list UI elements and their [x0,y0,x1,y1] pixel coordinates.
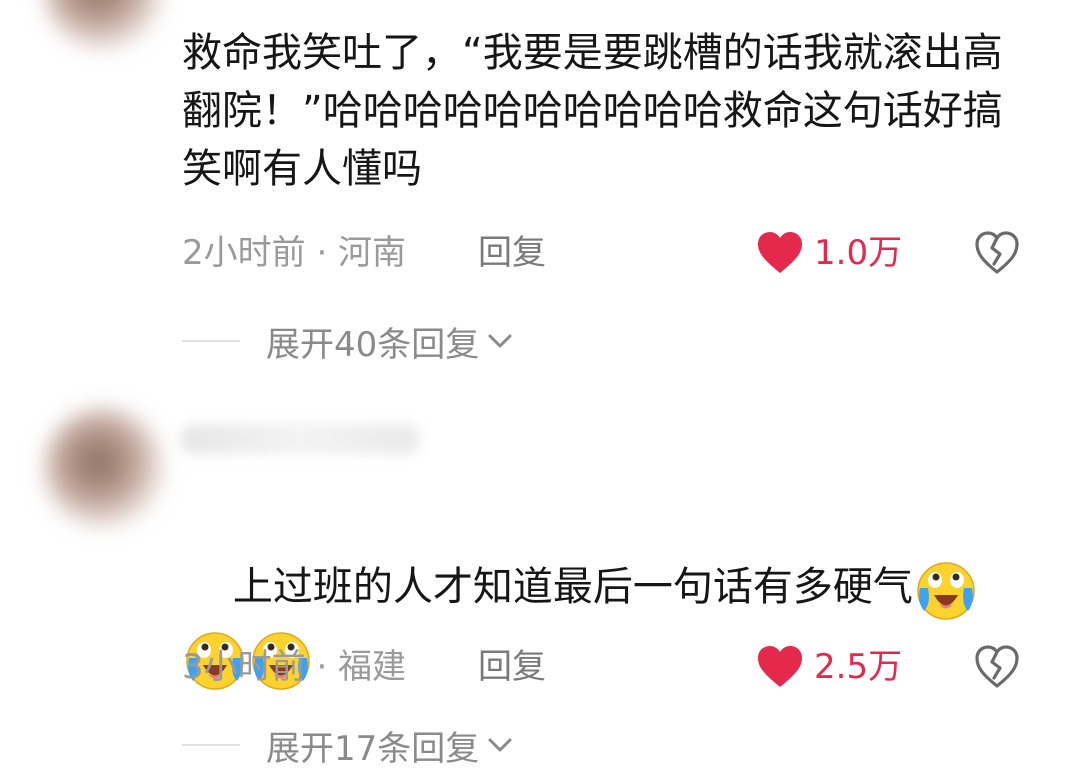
divider-line [182,340,240,342]
broken-heart-icon[interactable] [974,230,1020,276]
comment-meta: 2小时前 · 河南 回复 1.0万 [182,230,1042,276]
expand-replies-button[interactable]: 展开17条回复 [182,722,513,769]
expand-replies-label: 展开17条回复 [266,728,480,769]
heart-icon [758,646,802,687]
avatar[interactable] [44,0,164,50]
crying-laughing-emoji [917,562,975,620]
chevron-down-icon [488,334,512,348]
like-button[interactable]: 2.5万 [756,644,902,690]
time-location: 2小时前 · 河南 [182,233,407,273]
expand-replies-button[interactable]: 展开40条回复 [182,318,513,365]
time-location: 3小时前 · 福建 [182,647,407,687]
comment-text-content: 上过班的人才知道最后一句话有多硬气 [232,564,913,610]
avatar[interactable] [44,408,164,528]
like-count: 1.0万 [814,233,903,273]
like-count: 2.5万 [814,647,903,687]
like-button[interactable]: 1.0万 [756,230,902,276]
comment-meta: 3小时前 · 福建 回复 2.5万 [182,644,1042,690]
expand-replies-label: 展开40条回复 [266,324,480,365]
comment-text: 救命我笑吐了，“我要是要跳槽的话我就滚出高翻院！”哈哈哈哈哈哈哈哈哈哈救命这句话… [182,30,1003,192]
chevron-down-icon [488,738,512,752]
username[interactable] [180,424,420,454]
heart-icon [758,232,802,273]
broken-heart-icon[interactable] [974,644,1020,690]
reply-button[interactable]: 回复 [478,230,546,276]
divider-line [182,744,240,746]
reply-button[interactable]: 回复 [478,644,546,690]
